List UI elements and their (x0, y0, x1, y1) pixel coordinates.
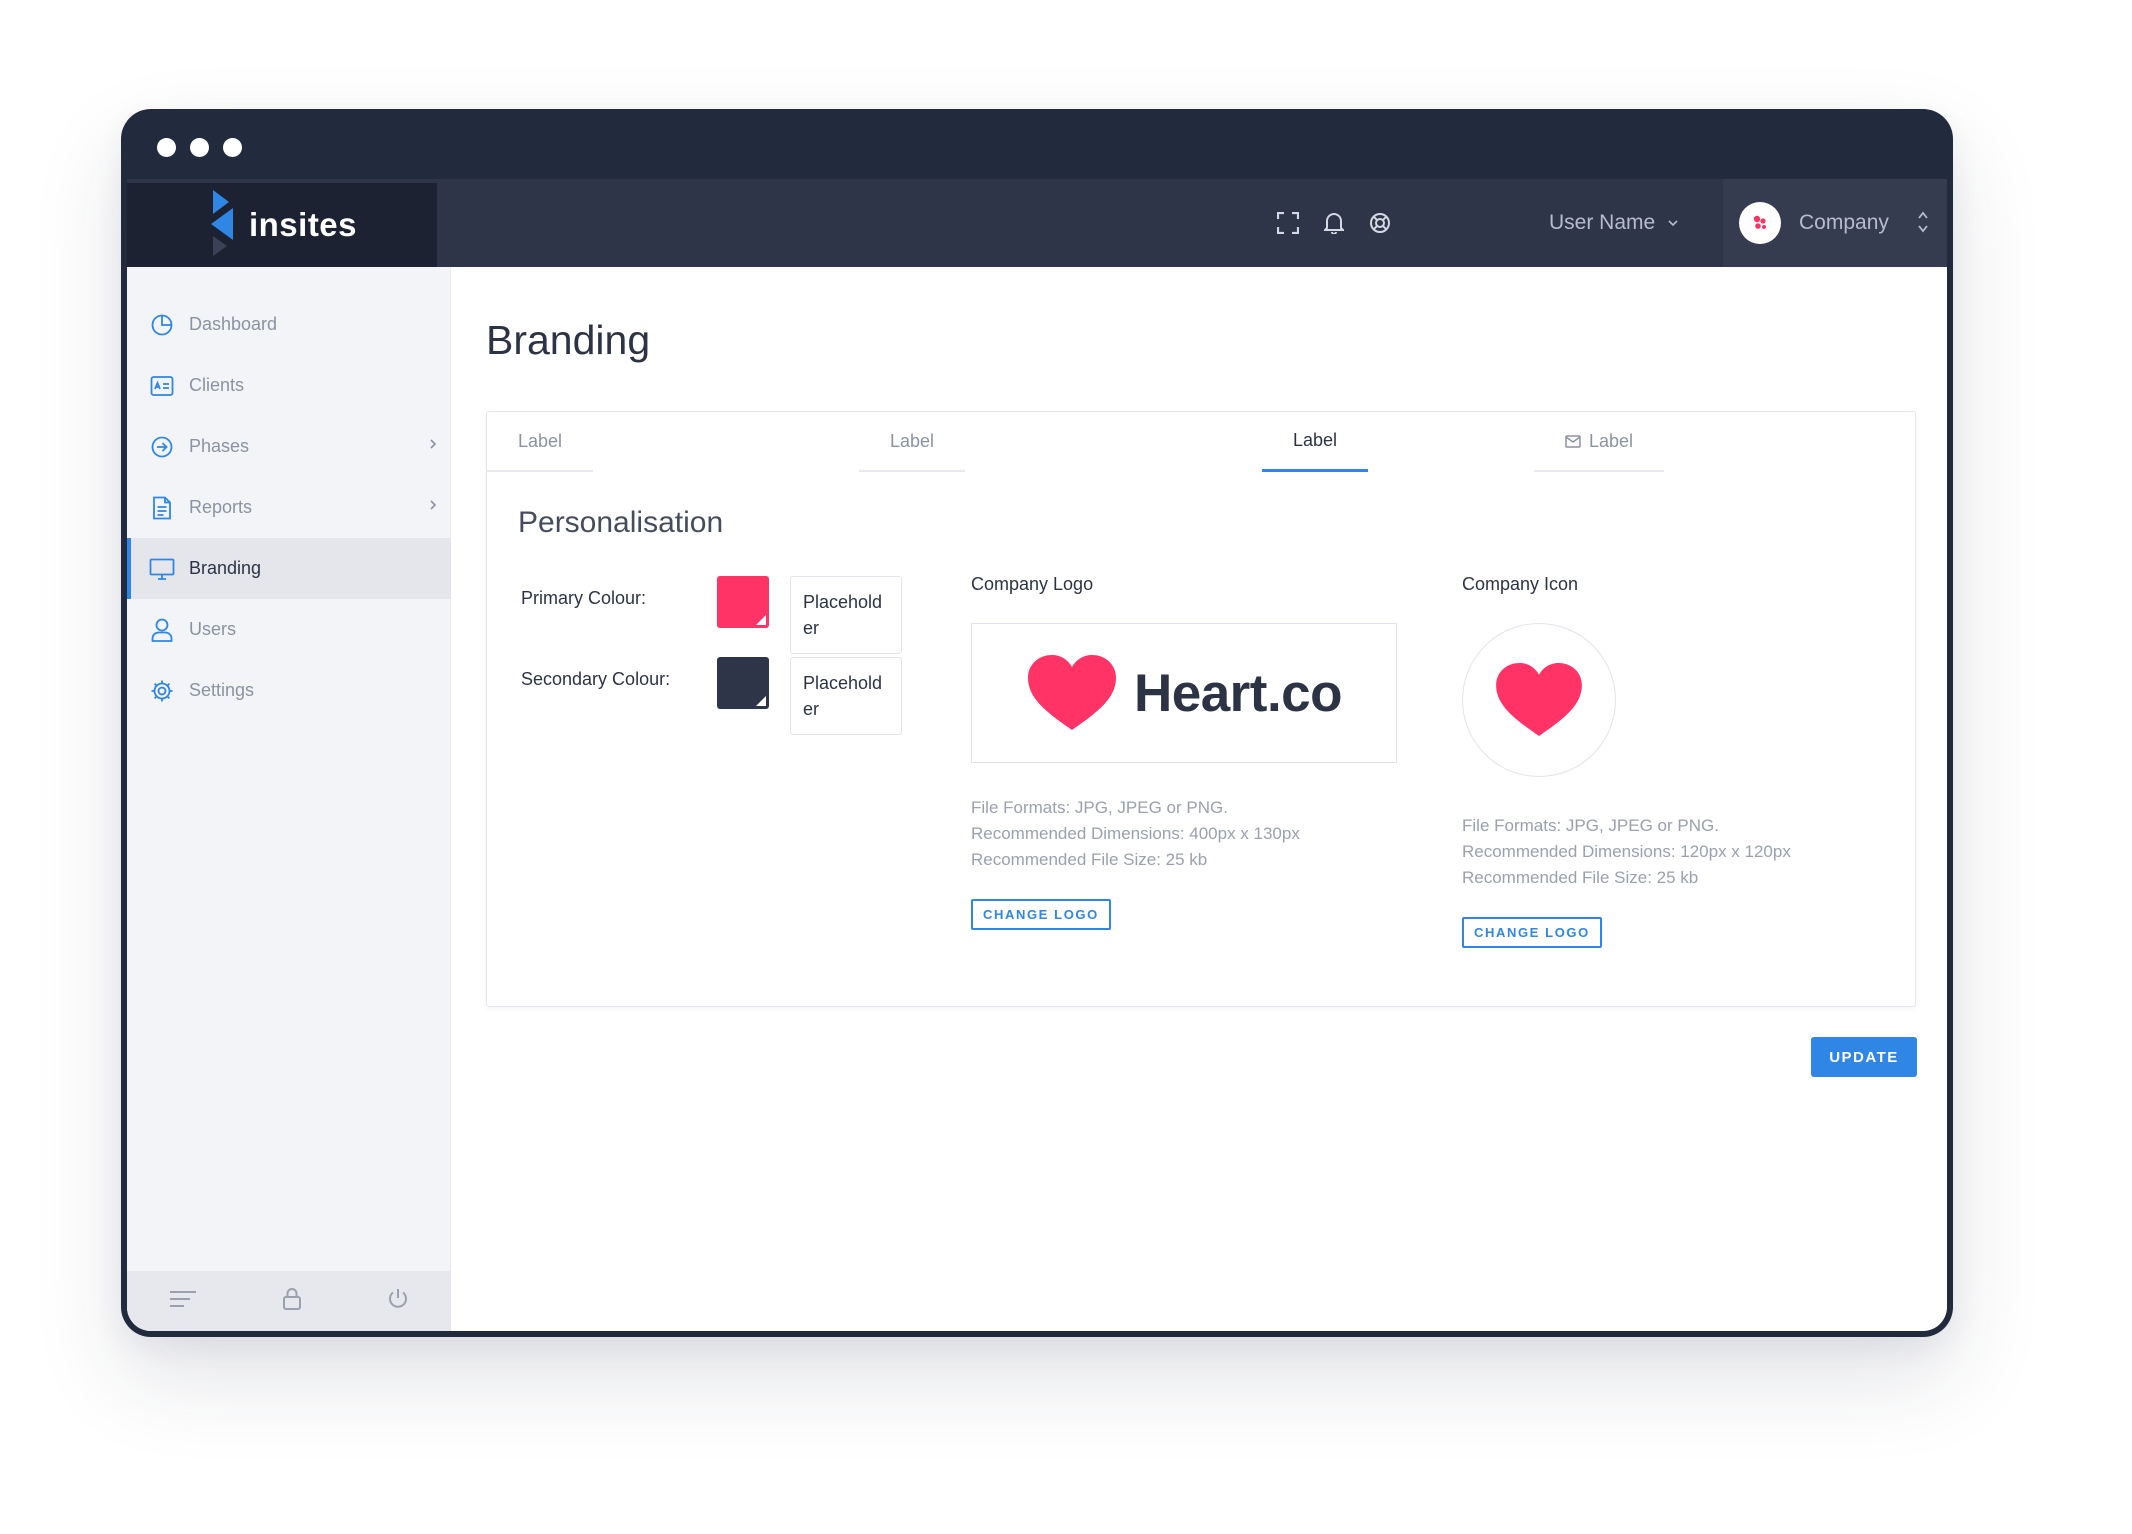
notifications-button[interactable] (1321, 179, 1347, 267)
company-avatar (1739, 202, 1781, 244)
window-dot-maximize[interactable] (223, 138, 242, 157)
power-icon[interactable] (387, 1287, 409, 1316)
document-icon (149, 495, 175, 521)
info-dimensions: Recommended Dimensions: 400px x 130px (971, 824, 1300, 843)
id-card-icon (149, 373, 175, 399)
sidebar-item-dashboard[interactable]: Dashboard (127, 294, 451, 355)
app-screen: insites User Name Company Dashboard Clie… (127, 179, 1947, 1331)
tab-label: Label (1588, 430, 1634, 451)
insites-logo-icon (210, 190, 233, 256)
secondary-colour-swatch[interactable] (717, 657, 769, 709)
primary-colour-swatch[interactable] (717, 576, 769, 628)
company-logo-preview[interactable]: Heart.co (971, 623, 1397, 763)
company-icon-section: Company Icon File Formats: JPG, JPEG or … (1462, 574, 1791, 948)
sidebar-item-reports[interactable]: Reports (127, 477, 451, 538)
tab-3[interactable]: Label (1262, 412, 1368, 472)
heart-icon (1027, 655, 1116, 730)
company-icon-info: File Formats: JPG, JPEG or PNG. Recommen… (1462, 813, 1791, 891)
company-logo-text: Heart.co (1133, 663, 1343, 723)
sidebar-item-phases[interactable]: Phases (127, 416, 451, 477)
user-menu[interactable]: User Name (1549, 179, 1679, 267)
app-window: insites User Name Company Dashboard Clie… (121, 109, 1953, 1337)
update-button[interactable]: UPDATE (1811, 1037, 1917, 1077)
company-logo-section: Company Logo Heart.co File Formats: JPG,… (971, 574, 1397, 930)
company-switcher[interactable]: Company (1723, 179, 1947, 267)
change-logo-button[interactable]: CHANGE LOGO (971, 899, 1111, 930)
tab-label: Label (1292, 430, 1338, 450)
primary-colour-row: Primary Colour: Placeholder (521, 576, 902, 654)
gear-icon (149, 678, 175, 704)
company-logo-icon (1753, 215, 1766, 229)
menu-lines-icon[interactable] (169, 1290, 197, 1313)
company-icon-label: Company Icon (1462, 574, 1579, 594)
sidebar-item-clients[interactable]: Clients (127, 355, 451, 416)
sidebar-item-branding[interactable]: Branding (127, 538, 451, 599)
sidebar-item-label: Clients (189, 375, 245, 395)
brand-name: insites (248, 206, 358, 243)
help-button[interactable] (1367, 179, 1393, 267)
tab-label: Label (889, 430, 935, 451)
sidebar-item-settings[interactable]: Settings (127, 660, 451, 721)
page-title: Branding (486, 317, 651, 363)
tab-bar: Label Label Label Label (487, 412, 1915, 472)
help-icon (1367, 210, 1393, 236)
mail-icon (1565, 434, 1581, 448)
arrow-circle-icon (149, 434, 175, 460)
tab-label: Label (517, 430, 563, 451)
primary-colour-label: Primary Colour: (521, 588, 647, 608)
tab-4[interactable]: Label (1534, 412, 1664, 472)
info-size: Recommended File Size: 25 kb (1462, 868, 1699, 887)
info-formats: File Formats: JPG, JPEG or PNG. (971, 798, 1228, 817)
sidebar-item-label: Users (189, 619, 237, 639)
sidebar-item-label: Dashboard (189, 314, 278, 334)
monitor-icon (149, 556, 175, 582)
chevron-down-icon (1668, 220, 1678, 227)
company-logo-info: File Formats: JPG, JPEG or PNG. Recommen… (971, 795, 1397, 873)
pie-chart-icon (149, 312, 175, 338)
sidebar-item-users[interactable]: Users (127, 599, 451, 660)
company-logo-label: Company Logo (971, 574, 1094, 594)
window-dot-minimize[interactable] (190, 138, 209, 157)
company-name: Company (1799, 211, 1889, 234)
sidebar-item-label: Settings (189, 680, 255, 700)
branding-card: Label Label Label Label Personalisation (486, 411, 1916, 1007)
user-icon (149, 617, 175, 643)
user-name: User Name (1549, 211, 1656, 234)
bell-icon (1321, 210, 1347, 236)
fullscreen-button[interactable] (1275, 179, 1301, 267)
chevron-right-icon (430, 500, 437, 510)
chevron-right-icon (430, 439, 437, 449)
info-formats: File Formats: JPG, JPEG or PNG. (1462, 816, 1719, 835)
secondary-colour-label: Secondary Colour: (521, 669, 671, 689)
sidebar-footer (127, 1271, 451, 1331)
sidebar-item-label: Branding (189, 558, 262, 578)
info-dimensions: Recommended Dimensions: 120px x 120px (1462, 842, 1791, 861)
window-controls (157, 138, 242, 157)
top-bar: insites User Name Company (127, 179, 1947, 267)
tab-1[interactable]: Label (487, 412, 593, 472)
sort-arrows-icon (1918, 211, 1928, 233)
brand-logo[interactable]: insites (127, 183, 437, 267)
section-title: Personalisation (518, 506, 724, 539)
primary-colour-input[interactable]: Placeholder (790, 576, 902, 654)
sidebar-item-label: Reports (189, 497, 253, 517)
sidebar-nav: Dashboard Clients Phases Reports Brandin… (127, 294, 451, 721)
secondary-colour-row: Secondary Colour: Placeholder (521, 657, 902, 735)
tab-2[interactable]: Label (859, 412, 965, 472)
info-size: Recommended File Size: 25 kb (971, 850, 1208, 869)
heart-icon (1496, 662, 1582, 737)
main-content: Branding Label Label Label Label Persona… (451, 267, 1947, 1331)
secondary-colour-input[interactable]: Placeholder (790, 657, 902, 735)
window-dot-close[interactable] (157, 138, 176, 157)
fullscreen-icon (1275, 210, 1301, 236)
sidebar-item-label: Phases (189, 436, 250, 456)
sidebar: Dashboard Clients Phases Reports Brandin… (127, 267, 451, 1331)
change-icon-button[interactable]: CHANGE LOGO (1462, 917, 1602, 948)
company-icon-preview[interactable] (1462, 623, 1616, 777)
lock-icon[interactable] (282, 1287, 302, 1316)
